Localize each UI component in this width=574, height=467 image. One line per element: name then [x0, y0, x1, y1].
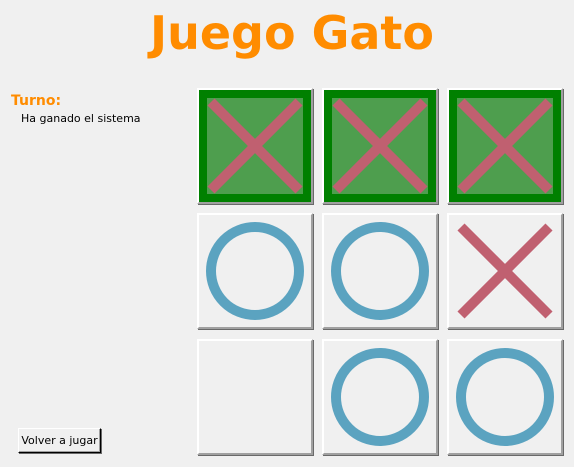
- o-mark-icon: [456, 348, 554, 446]
- game-title: Juego Gato: [150, 6, 434, 60]
- o-mark-icon: [331, 348, 429, 446]
- o-mark-icon: [331, 222, 429, 320]
- replay-button[interactable]: Volver a jugar: [18, 428, 101, 453]
- board-cell[interactable]: [322, 339, 438, 455]
- o-mark-icon: [206, 222, 304, 320]
- board-cell[interactable]: [197, 213, 313, 329]
- x-mark-icon: [457, 223, 553, 319]
- status-message: Ha ganado el sistema: [21, 112, 141, 125]
- board-cell[interactable]: [197, 88, 313, 204]
- turn-label: Turno:: [11, 93, 62, 109]
- board-cell[interactable]: [322, 213, 438, 329]
- board-cell[interactable]: [322, 88, 438, 204]
- board-cell[interactable]: [447, 88, 563, 204]
- board-cell[interactable]: [447, 339, 563, 455]
- board-cell[interactable]: [447, 213, 563, 329]
- board-cell[interactable]: [197, 339, 313, 455]
- game-board: [0, 0, 574, 467]
